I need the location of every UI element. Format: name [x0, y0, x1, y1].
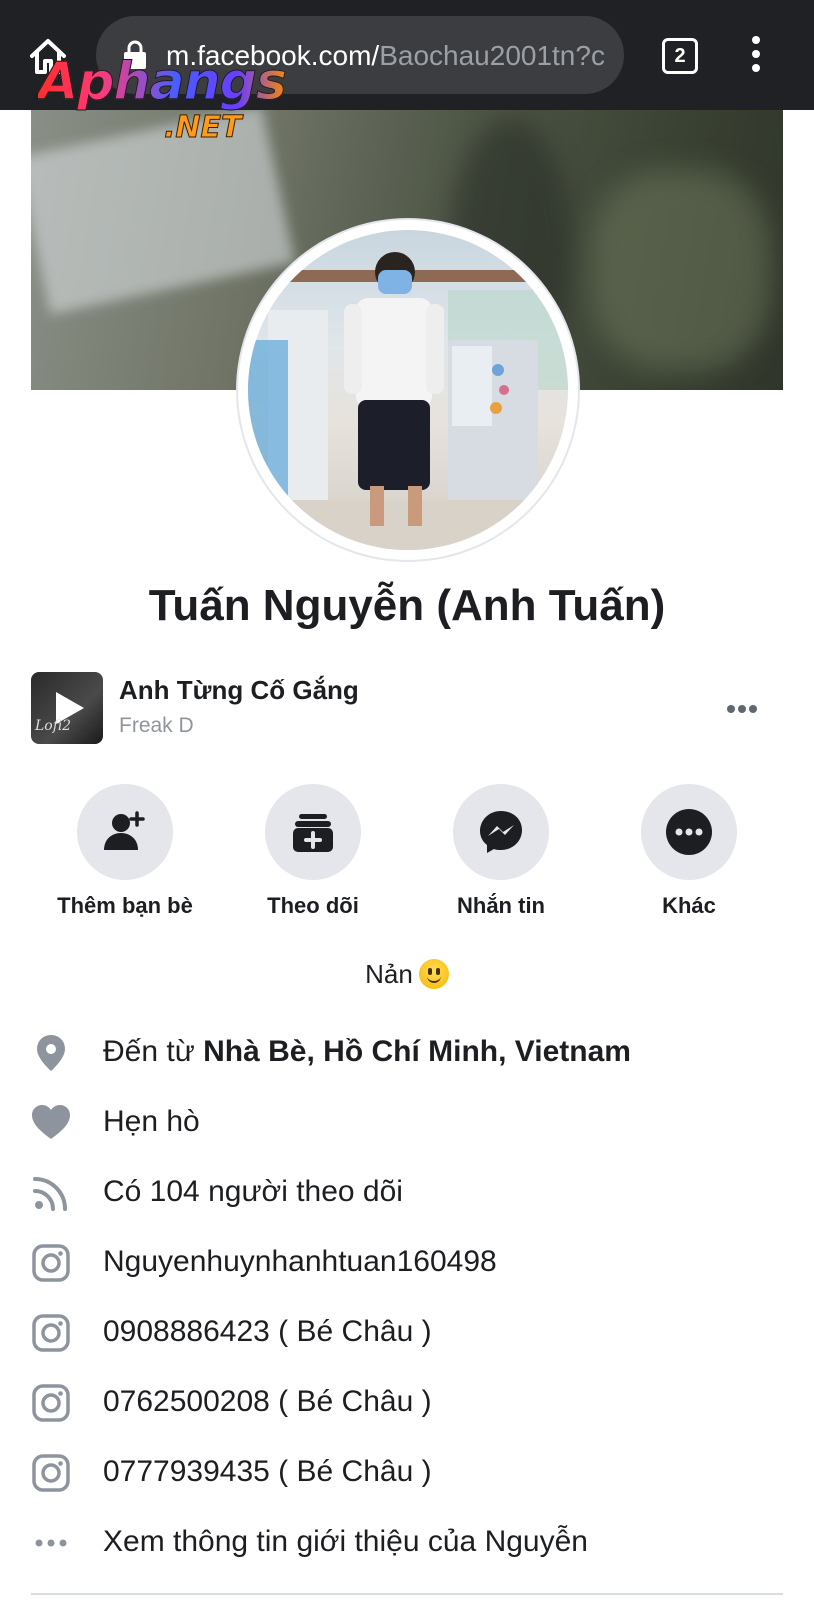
hometown-place[interactable]: Nhà Bè, Hồ Chí Minh, Vietnam	[203, 1035, 631, 1068]
add-friend-icon	[77, 784, 173, 880]
rss-feed-icon	[31, 1173, 71, 1213]
instagram-icon	[31, 1313, 71, 1353]
instagram-icon	[31, 1243, 71, 1283]
profile-bio: Nản	[0, 956, 814, 992]
bio-text: Nản	[365, 959, 413, 989]
see-about-text: Xem thông tin giới thiệu của Nguyễn	[103, 1525, 588, 1558]
music-thumbnail[interactable]: Lofi2	[31, 672, 103, 744]
instagram-text: 0762500208 ( Bé Châu )	[103, 1385, 432, 1418]
music-artist: Freak D	[119, 714, 194, 737]
music-title: Anh Từng Cố Gắng	[119, 675, 359, 705]
profile-picture-frame	[238, 220, 578, 560]
more-button[interactable]: Khác	[595, 784, 783, 924]
message-button[interactable]: Nhắn tin	[407, 784, 595, 924]
profile-picture[interactable]	[248, 230, 568, 550]
hometown-prefix: Đến từ	[103, 1035, 204, 1068]
intro-hometown[interactable]: Đến từ Nhà Bè, Hồ Chí Minh, Vietnam	[31, 1016, 783, 1086]
intro-instagram[interactable]: 0908886423 ( Bé Châu )	[31, 1296, 783, 1366]
ellipsis-icon	[31, 1523, 71, 1563]
see-about-link[interactable]: Xem thông tin giới thiệu của Nguyễn	[31, 1506, 783, 1576]
more-icon	[641, 784, 737, 880]
more-label: Khác	[662, 893, 716, 918]
message-label: Nhắn tin	[457, 893, 545, 918]
add-friend-button[interactable]: Thêm bạn bè	[31, 784, 219, 924]
profile-photo-illustration	[248, 252, 568, 550]
watermark-logo: Aphangs .NET	[38, 54, 288, 150]
smile-emoji-icon	[418, 959, 449, 989]
profile-actions: Thêm bạn bè Theo dõi Nhắn tin Khác	[31, 784, 783, 924]
instagram-text: 0908886423 ( Bé Châu )	[103, 1315, 432, 1348]
location-pin-icon	[31, 1033, 71, 1073]
instagram-text: Nguyenhuynhanhtuan160498	[103, 1245, 497, 1278]
instagram-text: 0777939435 ( Bé Châu )	[103, 1455, 432, 1488]
watermark-suffix: .NET	[163, 110, 242, 146]
section-divider	[31, 1593, 783, 1595]
hometown-text: Đến từ Nhà Bè, Hồ Chí Minh, Vietnam	[103, 1032, 631, 1072]
follow-icon	[265, 784, 361, 880]
watermark-brand: Aphangs	[38, 54, 288, 111]
intro-followers[interactable]: Có 104 người theo dõi	[31, 1156, 783, 1226]
profile-name: Tuấn Nguyễn (Anh Tuấn)	[148, 581, 666, 630]
profile-music[interactable]: Lofi2 Anh Từng Cố Gắng Freak D	[31, 672, 783, 748]
overflow-menu-icon[interactable]	[748, 36, 764, 76]
tab-switcher-button[interactable]: 2	[662, 38, 698, 74]
music-thumb-text: Lofi2	[35, 718, 71, 734]
heart-icon	[31, 1103, 71, 1143]
follow-button[interactable]: Theo dõi	[219, 784, 407, 924]
followers-text: Có 104 người theo dõi	[103, 1175, 403, 1208]
instagram-icon	[31, 1383, 71, 1423]
intro-relationship: Hẹn hò	[31, 1086, 783, 1156]
messenger-icon	[453, 784, 549, 880]
intro-instagram[interactable]: 0762500208 ( Bé Châu )	[31, 1366, 783, 1436]
url-path: Baochau2001tn?c	[379, 40, 605, 71]
follow-label: Theo dõi	[267, 893, 359, 918]
add-friend-label: Thêm bạn bè	[57, 893, 193, 918]
intro-list: Đến từ Nhà Bè, Hồ Chí Minh, Vietnam Hẹn …	[31, 1016, 783, 1576]
intro-instagram[interactable]: Nguyenhuynhanhtuan160498	[31, 1226, 783, 1296]
instagram-icon	[31, 1453, 71, 1493]
intro-instagram[interactable]: 0777939435 ( Bé Châu )	[31, 1436, 783, 1506]
relationship-text: Hẹn hò	[103, 1105, 200, 1138]
more-options-icon[interactable]	[727, 700, 763, 714]
